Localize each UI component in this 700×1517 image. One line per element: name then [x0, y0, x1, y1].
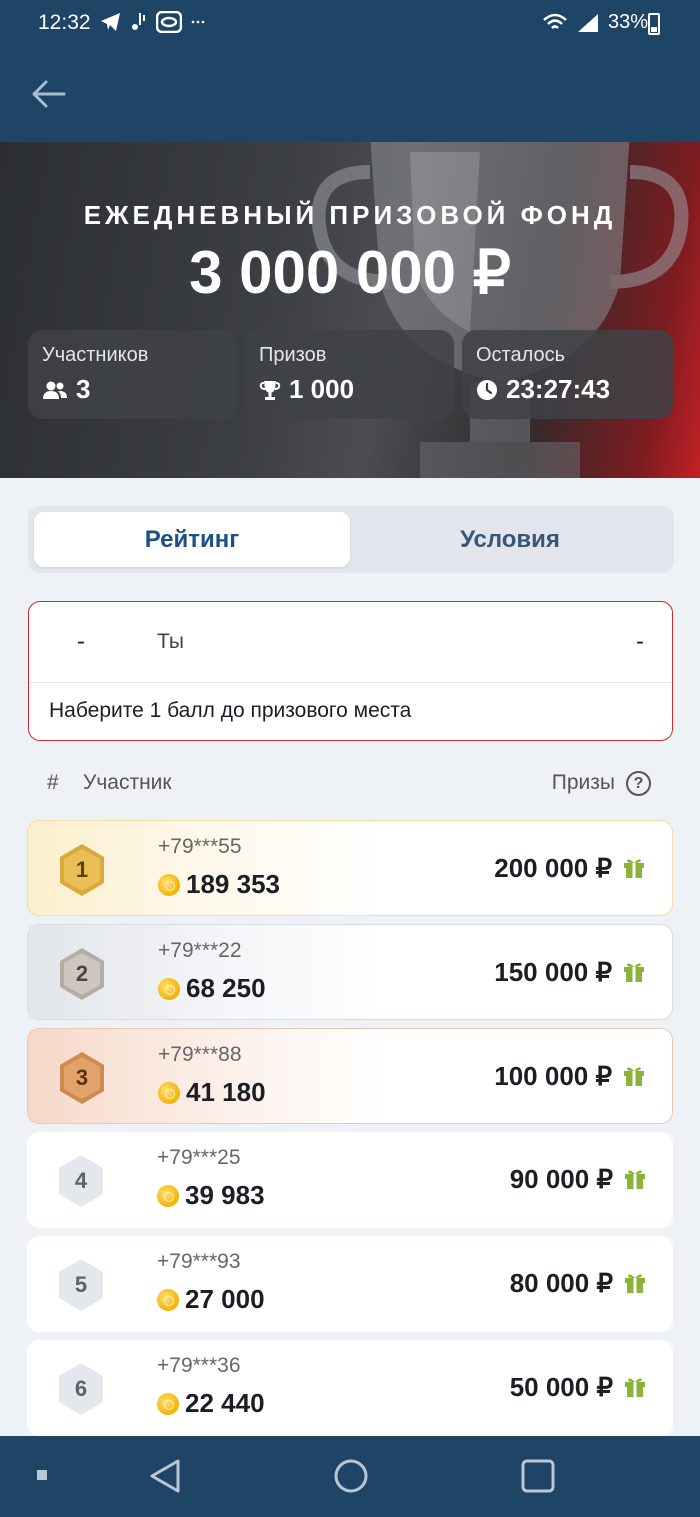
row-phone: +79***25 [157, 1146, 241, 1169]
row-prize: 90 000 ₽ [509, 1164, 613, 1194]
row-score: 41 180 [186, 1077, 266, 1107]
home-icon[interactable] [333, 1458, 369, 1494]
coin-icon [158, 873, 180, 896]
leaderboard-row[interactable]: 5 +79***93 27 000 80 000 ₽ [27, 1236, 673, 1332]
row-phone: +79***55 [158, 835, 242, 858]
gift-icon [624, 859, 644, 878]
leaderboard-row[interactable]: 3 +79***88 41 180 100 000 ₽ [27, 1028, 673, 1124]
clock-icon [477, 379, 497, 400]
column-prizes: Призы [551, 771, 615, 794]
status-bar: 12:32 33% [0, 0, 700, 48]
leaderboard-row[interactable]: 1 +79***55 189 353 200 000 ₽ [27, 820, 673, 916]
prize-fund-banner: ЕЖЕДНЕВНЫЙ ПРИЗОВОЙ ФОНД 3 000 000 ₽ Уча… [0, 142, 700, 478]
back-icon[interactable] [148, 1458, 182, 1494]
gift-icon [624, 963, 644, 982]
gift-icon [625, 1274, 645, 1293]
battery-icon [648, 13, 660, 35]
row-prize: 200 000 ₽ [494, 853, 612, 883]
signal-icon [577, 13, 598, 32]
status-time: 12:32 [38, 11, 91, 34]
prize-fund-amount: 3 000 000 ₽ [189, 239, 511, 306]
overview-icon[interactable] [520, 1458, 556, 1494]
row-score: 27 000 [185, 1284, 265, 1314]
stat-value: 3 [76, 374, 91, 404]
my-prize: - [636, 628, 644, 655]
coin-icon [158, 1081, 180, 1104]
row-phone: +79***88 [158, 1043, 242, 1066]
leaderboard-row[interactable]: 4 +79***25 39 983 90 000 ₽ [27, 1132, 673, 1228]
more-icon [191, 20, 205, 24]
arrow-left-icon[interactable] [30, 78, 66, 110]
my-name: Ты [157, 630, 184, 653]
stat-label: Призов [259, 344, 327, 366]
trophy-background-image [311, 142, 689, 478]
coin-icon [157, 1184, 179, 1207]
row-rank: 3 [75, 1065, 89, 1090]
row-phone: +79***93 [157, 1250, 241, 1273]
row-score: 39 983 [185, 1180, 265, 1210]
stat-value: 1 000 [289, 374, 355, 404]
row-prize: 150 000 ₽ [494, 957, 612, 987]
coin-icon [157, 1392, 179, 1415]
coin-icon [157, 1288, 179, 1311]
coin-icon [158, 977, 180, 1000]
telegram-icon [101, 13, 120, 31]
battery-percent: 33% [607, 11, 648, 33]
users-icon [43, 381, 67, 399]
stat-time-left: Осталось 23:27:43 [462, 330, 673, 419]
column-rank: # [47, 771, 59, 794]
row-score: 22 440 [185, 1388, 265, 1418]
column-participant: Участник [83, 771, 172, 794]
leaderboard-row[interactable]: 2 +79***22 68 250 150 000 ₽ [27, 924, 673, 1020]
stat-prizes: Призов 1 000 [245, 330, 454, 419]
points-hint: Наберите 1 балл до призового места [49, 699, 412, 722]
row-prize: 80 000 ₽ [509, 1268, 613, 1298]
row-rank: 6 [74, 1376, 88, 1401]
divider [29, 682, 672, 683]
gift-icon [625, 1170, 645, 1189]
my-rank: - [77, 628, 85, 655]
tab-rating[interactable]: Рейтинг [34, 512, 350, 567]
row-score: 68 250 [186, 973, 266, 1003]
app-header [0, 48, 700, 142]
row-score: 189 353 [186, 869, 280, 899]
row-phone: +79***36 [157, 1354, 241, 1377]
my-position-card: - Ты - Наберите 1 балл до призового мест… [28, 601, 673, 741]
stat-label: Участников [42, 344, 149, 366]
tab-conditions[interactable]: Условия [352, 512, 668, 567]
tab-switcher: Рейтинг Условия [28, 506, 674, 573]
row-rank: 1 [75, 857, 89, 882]
stat-participants: Участников 3 [28, 330, 237, 419]
app-icon [156, 11, 182, 33]
help-icon[interactable]: ? [626, 771, 651, 796]
row-prize: 50 000 ₽ [509, 1372, 613, 1402]
gift-icon [624, 1067, 644, 1086]
trophy-icon [259, 380, 281, 400]
row-rank: 2 [75, 961, 89, 986]
stat-value: 23:27:43 [506, 374, 611, 404]
wifi-icon [543, 13, 567, 29]
row-phone: +79***22 [158, 939, 242, 962]
system-nav-bar [0, 1436, 700, 1517]
banner-title: ЕЖЕДНЕВНЫЙ ПРИЗОВОЙ ФОНД [83, 200, 617, 230]
leaderboard-row[interactable]: 6 +79***36 22 440 50 000 ₽ [27, 1340, 673, 1436]
recent-apps-icon[interactable] [36, 1469, 48, 1481]
row-prize: 100 000 ₽ [494, 1061, 612, 1091]
row-rank: 5 [74, 1272, 88, 1297]
stat-label: Осталось [476, 344, 566, 366]
gift-icon [625, 1378, 645, 1397]
row-rank: 4 [74, 1168, 88, 1193]
notification-icon [132, 13, 145, 30]
